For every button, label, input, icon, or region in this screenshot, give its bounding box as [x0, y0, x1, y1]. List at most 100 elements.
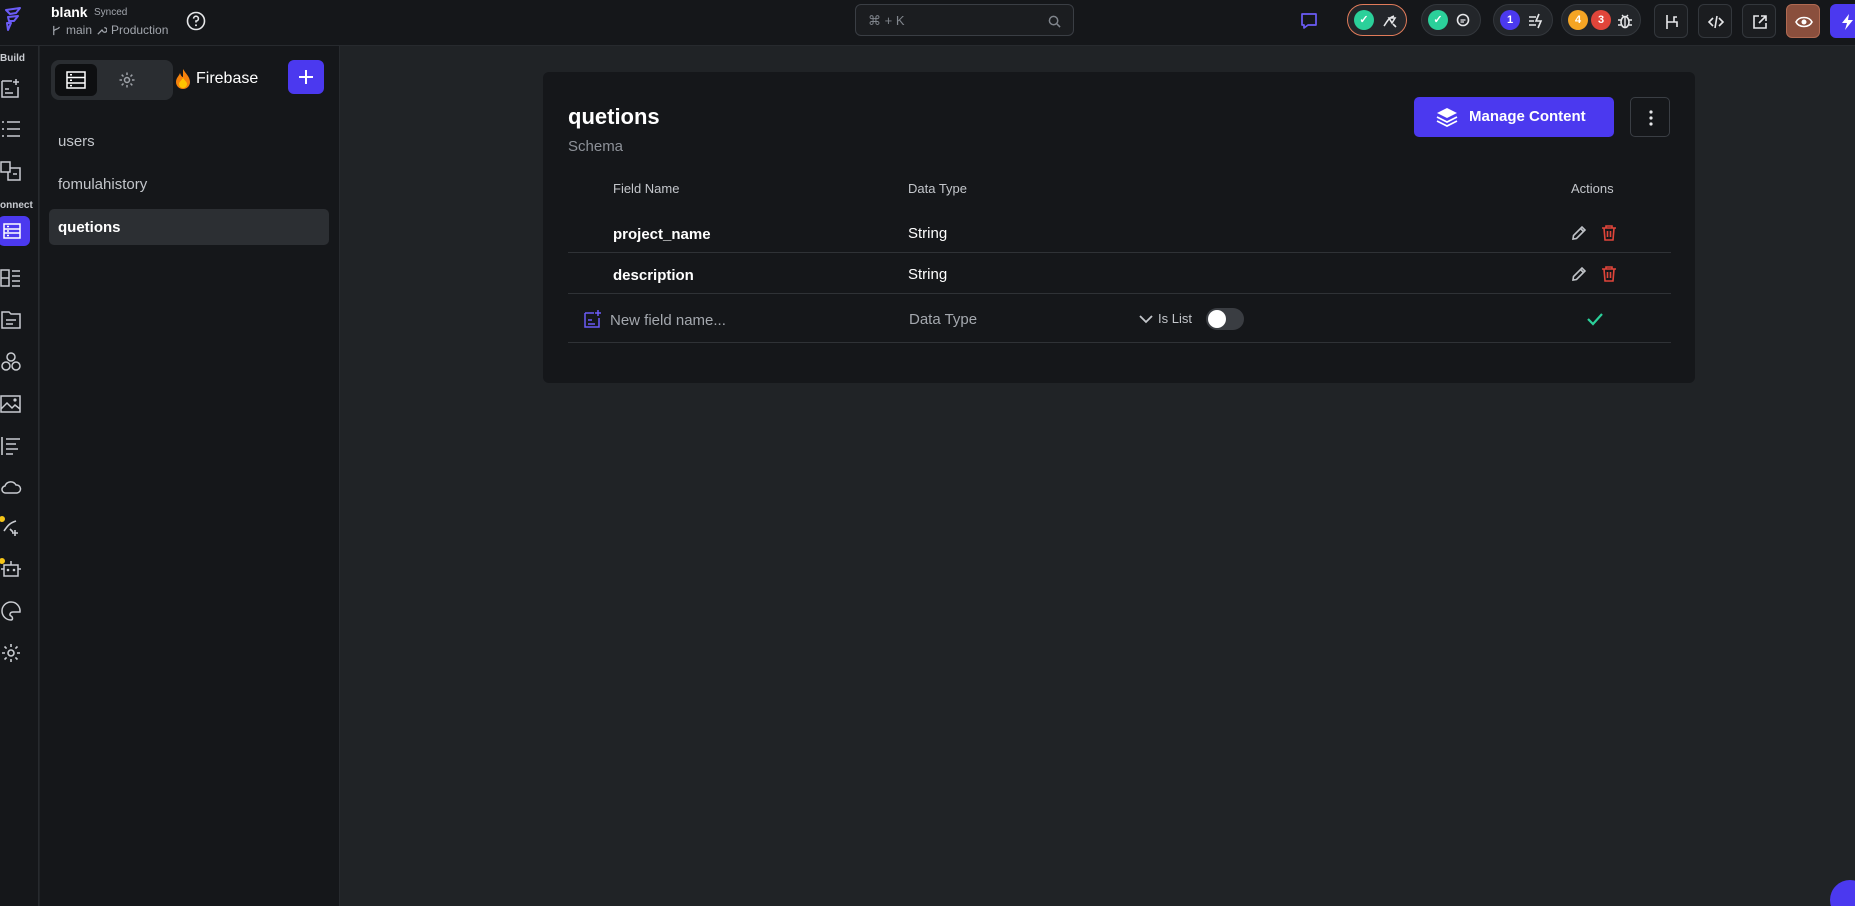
manage-content-button[interactable]: Manage Content — [1414, 97, 1614, 137]
chat-bubbles-icon — [1456, 13, 1470, 27]
connect-section-label: onnect — [0, 200, 33, 211]
theme-icon[interactable] — [0, 600, 22, 622]
is-list-toggle[interactable] — [1206, 308, 1244, 330]
widget-tree-icon[interactable] — [0, 118, 22, 140]
gear-icon — [119, 72, 135, 88]
components-icon[interactable] — [0, 160, 22, 182]
preview-button[interactable] — [1786, 4, 1820, 38]
header-field-name: Field Name — [613, 181, 680, 196]
top-bar: blank Synced main Production ⌘ + K ✓ ✓ 1 — [0, 0, 1855, 46]
flutterflow-logo[interactable] — [2, 6, 26, 32]
provider-label: Firebase — [196, 70, 259, 87]
collections-panel: Firebase users fomulahistory quetions — [40, 46, 340, 906]
support-chat-button[interactable] — [1830, 880, 1855, 906]
warning-count: 4 — [1568, 10, 1588, 30]
navigation-rail: Build onnect — [0, 46, 39, 906]
delete-trash-icon[interactable] — [1600, 265, 1618, 283]
check-circle-icon: ✓ — [1354, 10, 1374, 30]
is-list-label: Is List — [1158, 311, 1192, 326]
lightning-icon — [1842, 14, 1853, 30]
issues-status-pill[interactable]: 4 3 — [1561, 4, 1641, 36]
branch-icon — [53, 25, 60, 35]
header-actions: Actions — [1571, 181, 1614, 196]
field-row: description String — [568, 254, 1671, 294]
manage-content-label: Manage Content — [1469, 108, 1586, 125]
robot-icon[interactable] — [0, 558, 22, 580]
run-button[interactable] — [1830, 4, 1855, 38]
eye-icon — [1795, 16, 1813, 28]
build-section-label: Build — [0, 53, 25, 64]
error-count: 3 — [1591, 10, 1611, 30]
delete-trash-icon[interactable] — [1600, 224, 1618, 242]
environment-name: Production — [111, 23, 169, 37]
check-circle-icon: ✓ — [1428, 10, 1448, 30]
new-field-row: Data Type Is List — [568, 295, 1671, 343]
command-search[interactable]: ⌘ + K — [855, 4, 1074, 36]
media-assets-icon[interactable] — [0, 393, 22, 415]
branching-button[interactable] — [1654, 4, 1688, 38]
open-external-button[interactable] — [1742, 4, 1776, 38]
panel-view-toggle — [51, 60, 173, 100]
code-icon — [1707, 15, 1725, 29]
flow-count: 1 — [1500, 10, 1520, 30]
search-icon — [1048, 15, 1061, 28]
tab-settings[interactable] — [107, 64, 149, 96]
field-row: project_name String — [568, 213, 1671, 253]
new-field-name-input[interactable] — [610, 307, 870, 333]
collection-item-quetions[interactable]: quetions — [49, 209, 329, 245]
bug-icon — [1618, 14, 1632, 29]
field-type: String — [908, 225, 948, 242]
data-type-dropdown[interactable]: Data Type — [908, 307, 1153, 333]
search-shortcut: ⌘ + K — [868, 13, 905, 28]
agent-add-icon[interactable] — [0, 516, 22, 538]
add-field-icon — [584, 310, 601, 328]
checkmark-icon[interactable] — [1586, 311, 1604, 327]
flow-lines-icon — [1529, 13, 1543, 29]
view-code-button[interactable] — [1698, 4, 1732, 38]
branch-info[interactable]: main Production — [51, 23, 168, 37]
add-collection-button[interactable] — [288, 60, 324, 94]
layers-icon — [1436, 108, 1458, 127]
data-type-placeholder: Data Type — [909, 311, 978, 328]
help-icon[interactable] — [186, 11, 206, 31]
cloud-icon[interactable] — [0, 476, 22, 498]
tab-data[interactable] — [55, 64, 97, 96]
agent-icon — [1383, 15, 1397, 28]
chevron-down-icon — [1139, 315, 1153, 324]
chat-status-pill[interactable]: ✓ — [1421, 4, 1481, 36]
firebase-flame-icon — [176, 69, 190, 89]
text-align-icon[interactable] — [0, 435, 22, 457]
flow-status-pill[interactable]: 1 — [1493, 4, 1553, 36]
settings-gear-icon[interactable] — [0, 642, 22, 664]
schema-list-icon[interactable] — [0, 267, 22, 289]
plus-icon — [299, 70, 313, 84]
edit-pencil-icon[interactable] — [1570, 265, 1588, 283]
api-icon[interactable] — [0, 309, 22, 331]
comment-icon[interactable] — [1299, 11, 1319, 31]
database-icon — [66, 71, 86, 89]
collection-item-fomulahistory[interactable]: fomulahistory — [49, 166, 329, 202]
firestore-icon[interactable] — [0, 216, 30, 246]
schema-subtitle: Schema — [568, 138, 624, 155]
project-name[interactable]: blank — [51, 4, 88, 20]
collection-title: quetions — [568, 104, 660, 129]
edit-pencil-icon[interactable] — [1570, 224, 1588, 242]
wrench-icon — [97, 26, 108, 35]
field-type: String — [908, 266, 948, 283]
toggle-knob — [1208, 310, 1226, 328]
sync-status: Synced — [94, 7, 128, 18]
more-options-button[interactable] — [1630, 97, 1670, 137]
agent-status-pill[interactable]: ✓ — [1347, 4, 1407, 36]
add-page-icon[interactable] — [0, 77, 22, 99]
schema-card: quetions Schema Manage Content Field Nam… — [543, 72, 1695, 383]
field-name: description — [613, 267, 694, 284]
field-name: project_name — [613, 226, 711, 243]
header-data-type: Data Type — [908, 181, 968, 196]
external-link-icon — [1753, 15, 1767, 29]
kebab-menu-icon — [1649, 110, 1653, 126]
collection-item-users[interactable]: users — [49, 123, 329, 159]
firebase-brand: Firebase — [174, 68, 258, 90]
branch-name: main — [66, 23, 93, 37]
database-icon — [3, 223, 21, 239]
integrations-icon[interactable] — [0, 351, 22, 373]
